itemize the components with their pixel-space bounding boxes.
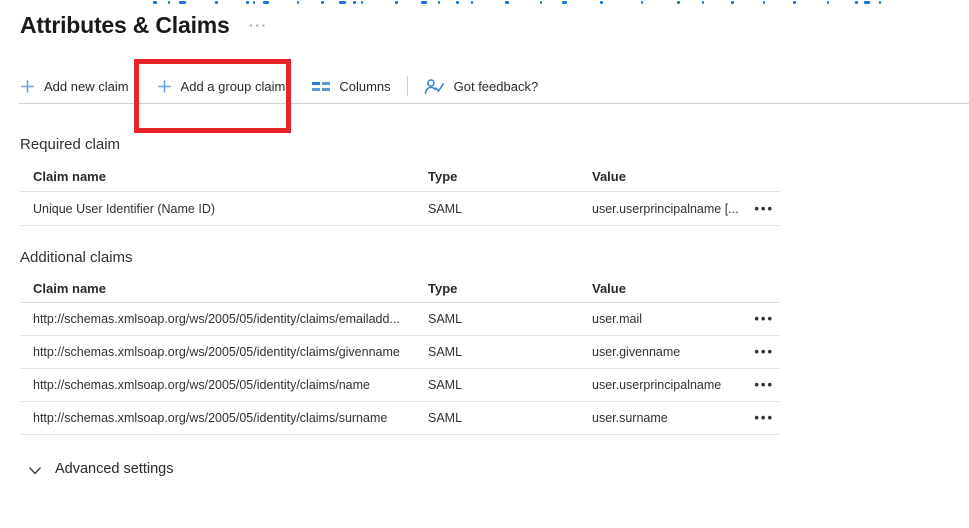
column-header: Claim name xyxy=(33,281,428,296)
section-label: Additional claims xyxy=(20,249,780,267)
feedback-button[interactable]: Got feedback? xyxy=(424,78,539,95)
add-new-claim-button[interactable]: Add new claim xyxy=(20,79,129,94)
plus-icon xyxy=(157,79,172,94)
clipped-text-fragment xyxy=(731,1,734,4)
table-row[interactable]: http://schemas.xmlsoap.org/ws/2005/05/id… xyxy=(20,369,780,402)
claims-section: Required claimClaim nameTypeValueUnique … xyxy=(20,136,780,226)
claim-type-cell: SAML xyxy=(428,345,592,359)
clipped-text-fragment xyxy=(540,1,542,4)
claim-value-cell: user.mail xyxy=(592,312,746,326)
claim-type-cell: SAML xyxy=(428,312,592,326)
advanced-settings-toggle[interactable]: Advanced settings xyxy=(28,461,174,477)
row-context-menu-button[interactable]: ••• xyxy=(754,413,780,423)
row-context-menu-button[interactable]: ••• xyxy=(754,314,780,324)
columns-label: Columns xyxy=(339,79,390,94)
clipped-text-fragment xyxy=(215,1,218,4)
claim-name-cell: http://schemas.xmlsoap.org/ws/2005/05/id… xyxy=(33,345,428,359)
table-row[interactable]: http://schemas.xmlsoap.org/ws/2005/05/id… xyxy=(20,303,780,336)
column-header: Claim name xyxy=(33,169,428,184)
clipped-text-fragment xyxy=(793,1,796,4)
claim-value-cell: user.userprincipalname [... xyxy=(592,202,746,216)
claim-value-cell: user.surname xyxy=(592,411,746,425)
claim-type-cell: SAML xyxy=(428,202,592,216)
table-header-row: Claim nameTypeValue xyxy=(20,274,780,303)
row-context-menu-button[interactable]: ••• xyxy=(754,347,780,357)
plus-icon xyxy=(20,79,35,94)
clipped-breadcrumb-row xyxy=(0,0,969,6)
claims-section: Additional claims Claim nameTypeValue http… xyxy=(20,249,780,435)
command-bar: Add new claim Add a group claim Columns xyxy=(20,72,538,100)
claims-table: Claim nameTypeValue http://schemas.xmlsoa… xyxy=(20,274,780,435)
table-header-row: Claim nameTypeValue xyxy=(20,162,780,192)
columns-icon xyxy=(312,79,330,93)
claim-value-cell: user.givenname xyxy=(592,345,746,359)
toolbar-divider xyxy=(407,76,408,96)
add-group-claim-label: Add a group claim xyxy=(181,79,286,94)
column-header: Type xyxy=(428,169,592,184)
clipped-text-fragment xyxy=(864,1,870,4)
clipped-text-fragment xyxy=(179,1,186,4)
column-header: Value xyxy=(592,169,746,184)
clipped-text-fragment xyxy=(361,1,363,4)
add-new-claim-label: Add new claim xyxy=(44,79,129,94)
advanced-settings-label: Advanced settings xyxy=(55,461,174,477)
clipped-text-fragment xyxy=(321,1,324,4)
claim-name-cell: http://schemas.xmlsoap.org/ws/2005/05/id… xyxy=(33,378,428,392)
toolbar-bottom-border xyxy=(19,103,969,104)
clipped-text-fragment xyxy=(456,1,459,4)
add-group-claim-button[interactable]: Add a group claim xyxy=(157,79,286,94)
section-label: Required claim xyxy=(20,136,780,154)
column-header: Type xyxy=(428,281,592,296)
clipped-text-fragment xyxy=(395,1,398,4)
clipped-text-fragment xyxy=(438,1,440,4)
clipped-text-fragment xyxy=(641,1,643,4)
clipped-text-fragment xyxy=(879,1,881,4)
clipped-text-fragment xyxy=(827,1,829,4)
clipped-text-fragment xyxy=(263,1,269,4)
column-header: Value xyxy=(592,281,746,296)
clipped-text-fragment xyxy=(471,1,473,4)
clipped-text-fragment xyxy=(297,1,299,4)
table-row[interactable]: http://schemas.xmlsoap.org/ws/2005/05/id… xyxy=(20,336,780,369)
clipped-text-fragment xyxy=(421,1,427,4)
feedback-person-icon xyxy=(424,78,445,95)
claims-tables: Required claimClaim nameTypeValueUnique … xyxy=(20,136,780,435)
claim-type-cell: SAML xyxy=(428,378,592,392)
clipped-text-fragment xyxy=(253,1,255,4)
row-context-menu-button[interactable]: ••• xyxy=(754,204,780,214)
clipped-text-fragment xyxy=(153,1,157,4)
table-row[interactable]: http://schemas.xmlsoap.org/ws/2005/05/id… xyxy=(20,402,780,435)
claim-type-cell: SAML xyxy=(428,411,592,425)
clipped-text-fragment xyxy=(677,1,680,4)
clipped-text-fragment xyxy=(600,1,603,4)
page-title: Attributes & Claims xyxy=(20,12,230,39)
clipped-text-fragment xyxy=(505,1,509,4)
clipped-text-fragment xyxy=(353,1,356,4)
claim-name-cell: http://schemas.xmlsoap.org/ws/2005/05/id… xyxy=(33,411,428,425)
clipped-text-fragment xyxy=(246,1,249,4)
clipped-text-fragment xyxy=(168,1,170,4)
claim-name-cell: http://schemas.xmlsoap.org/ws/2005/05/id… xyxy=(33,312,428,326)
claim-value-cell: user.userprincipalname xyxy=(592,378,746,392)
row-context-menu-button[interactable]: ••• xyxy=(754,380,780,390)
table-row[interactable]: Unique User Identifier (Name ID)SAMLuser… xyxy=(20,192,780,226)
chevron-down-icon xyxy=(28,463,42,476)
clipped-text-fragment xyxy=(855,1,858,4)
columns-button[interactable]: Columns xyxy=(312,79,390,94)
clipped-text-fragment xyxy=(763,1,765,4)
clipped-text-fragment xyxy=(562,1,567,4)
title-more-menu[interactable]: ··· xyxy=(249,18,268,33)
claim-name-cell: Unique User Identifier (Name ID) xyxy=(33,202,428,216)
clipped-text-fragment xyxy=(339,1,346,4)
feedback-label: Got feedback? xyxy=(454,79,539,94)
clipped-text-fragment xyxy=(702,1,704,4)
claims-table: Claim nameTypeValueUnique User Identifie… xyxy=(20,162,780,226)
attributes-claims-page: Attributes & Claims ··· Add new claim Ad… xyxy=(0,0,969,528)
